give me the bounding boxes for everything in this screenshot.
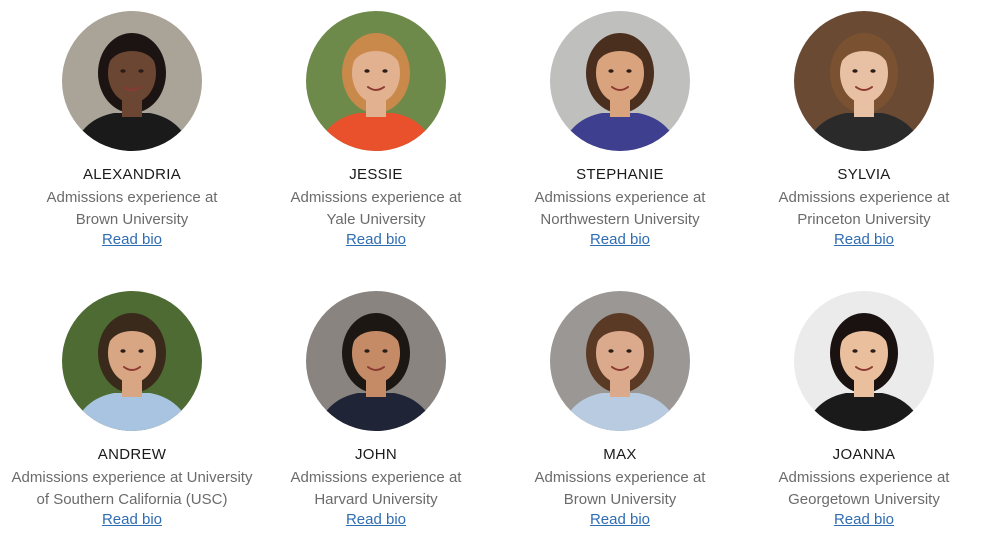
advisor-photo xyxy=(794,11,934,151)
portrait-image xyxy=(794,291,934,431)
advisor-name: STEPHANIE xyxy=(576,166,664,183)
advisor-photo xyxy=(306,291,446,431)
advisor-photo xyxy=(62,11,202,151)
advisor-experience-line2: Northwestern University xyxy=(540,210,700,228)
advisor-name: JOHN xyxy=(354,446,398,463)
portrait-image xyxy=(62,11,202,151)
advisor-experience-line2: of Southern California (USC) xyxy=(36,490,228,508)
portrait-image xyxy=(794,11,934,151)
advisor-name: ALEXANDRIA xyxy=(82,166,182,183)
read-bio-link[interactable]: Read bio xyxy=(834,230,894,250)
portrait-image xyxy=(62,291,202,431)
advisor-name: SYLVIA xyxy=(837,166,891,183)
portrait-image xyxy=(306,291,446,431)
advisor-card: ANDREW Admissions experience at Universi… xyxy=(10,291,254,530)
advisor-photo xyxy=(794,291,934,431)
advisor-experience-line2: Harvard University xyxy=(314,490,438,508)
read-bio-link[interactable]: Read bio xyxy=(102,510,162,530)
advisor-experience-line1: Admissions experience at University xyxy=(11,469,253,486)
advisor-experience-line2: Yale University xyxy=(326,210,426,228)
advisor-experience-line1: Admissions experience at xyxy=(534,189,706,206)
advisor-card: STEPHANIE Admissions experience at North… xyxy=(498,11,742,250)
advisor-experience-line2: Brown University xyxy=(563,490,677,508)
advisor-name: JOANNA xyxy=(832,446,896,463)
read-bio-link[interactable]: Read bio xyxy=(346,510,406,530)
read-bio-link[interactable]: Read bio xyxy=(102,230,162,250)
advisor-name: JESSIE xyxy=(349,166,403,183)
advisor-experience-line1: Admissions experience at xyxy=(290,469,462,486)
advisor-experience-line2: Brown University xyxy=(75,210,189,228)
advisor-name: MAX xyxy=(603,446,637,463)
advisor-experience-line1: Admissions experience at xyxy=(290,189,462,206)
advisor-card: JOHN Admissions experience at Harvard Un… xyxy=(254,291,498,530)
advisor-experience-line1: Admissions experience at xyxy=(46,189,218,206)
advisor-experience-line1: Admissions experience at xyxy=(778,189,950,206)
portrait-image xyxy=(306,11,446,151)
advisor-experience-line1: Admissions experience at xyxy=(778,469,950,486)
advisor-card: SYLVIA Admissions experience at Princeto… xyxy=(742,11,986,250)
read-bio-link[interactable]: Read bio xyxy=(590,510,650,530)
advisor-card: JOANNA Admissions experience at Georgeto… xyxy=(742,291,986,530)
portrait-image xyxy=(550,291,690,431)
advisor-experience-line2: Princeton University xyxy=(797,210,931,228)
advisor-experience-line1: Admissions experience at xyxy=(534,469,706,486)
advisor-photo xyxy=(550,291,690,431)
read-bio-link[interactable]: Read bio xyxy=(834,510,894,530)
advisor-photo xyxy=(306,11,446,151)
advisor-photo xyxy=(550,11,690,151)
advisor-card: JESSIE Admissions experience at Yale Uni… xyxy=(254,11,498,250)
advisor-experience-line2: Georgetown University xyxy=(788,490,940,508)
read-bio-link[interactable]: Read bio xyxy=(590,230,650,250)
portrait-image xyxy=(550,11,690,151)
advisor-card: ALEXANDRIA Admissions experience at Brow… xyxy=(10,11,254,250)
read-bio-link[interactable]: Read bio xyxy=(346,230,406,250)
advisor-card: MAX Admissions experience at Brown Unive… xyxy=(498,291,742,530)
advisor-name: ANDREW xyxy=(97,446,167,463)
advisor-photo xyxy=(62,291,202,431)
